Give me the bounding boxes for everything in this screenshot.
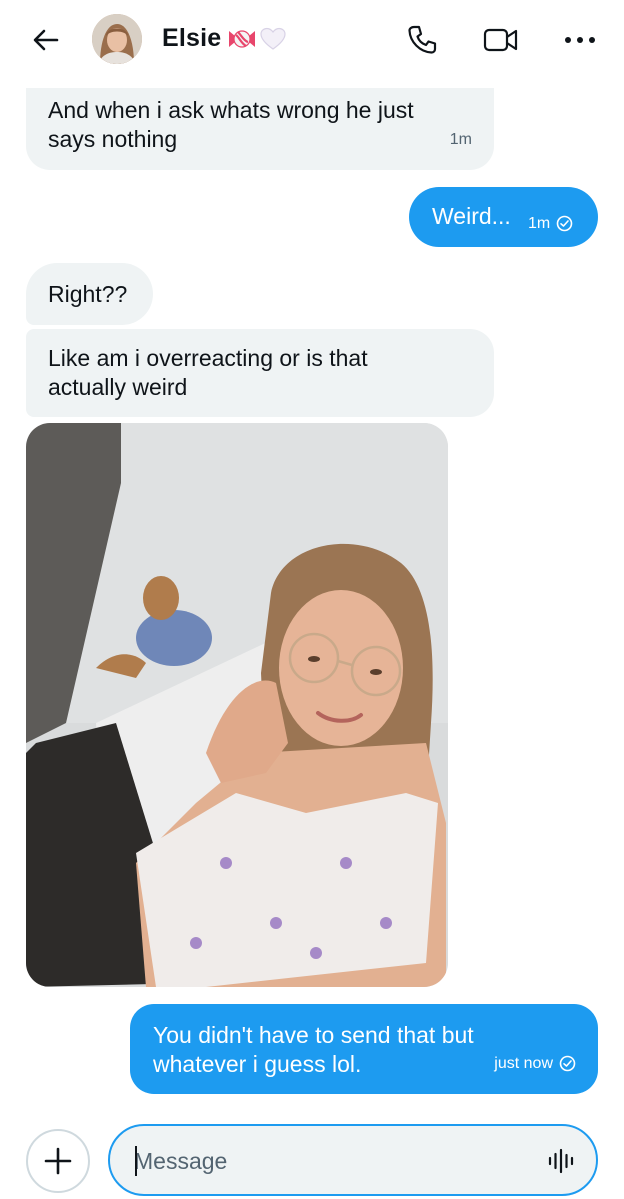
more-options-button[interactable] <box>560 20 600 60</box>
message-sent[interactable]: Weird... 1m <box>409 187 598 247</box>
read-check-icon <box>556 215 573 232</box>
message-timestamp: just now <box>494 1055 553 1072</box>
message-text: Right?? <box>48 281 128 307</box>
candy-icon <box>229 29 256 48</box>
back-button[interactable] <box>26 20 66 60</box>
message-timestamp: 1m <box>449 131 472 148</box>
message-sent[interactable]: You didn't have to send that but whateve… <box>130 1004 598 1094</box>
message-received[interactable]: Right?? <box>26 263 153 325</box>
read-check-icon <box>559 1055 576 1072</box>
add-attachment-button[interactable] <box>26 1129 90 1193</box>
video-camera-icon <box>483 28 518 52</box>
arrow-left-icon <box>33 29 59 51</box>
message-received[interactable]: Like am i overreacting or is that actual… <box>26 329 494 417</box>
message-text-line: And when i ask whats wrong he just <box>48 97 414 123</box>
message-text: Weird... <box>432 203 511 229</box>
audio-waveform-icon <box>548 1148 574 1174</box>
voice-message-button[interactable] <box>544 1144 578 1178</box>
message-text-line: says nothing <box>48 126 178 152</box>
conversation-header: Elsie <box>0 0 624 84</box>
message-timestamp: 1m <box>528 215 551 232</box>
plus-icon <box>44 1147 72 1175</box>
message-meta: 1m <box>528 209 573 238</box>
text-cursor <box>135 1146 137 1176</box>
voice-call-button[interactable] <box>402 20 442 60</box>
white-heart-icon <box>260 27 286 50</box>
message-meta: just now <box>494 1049 576 1078</box>
message-input[interactable] <box>134 1144 514 1178</box>
message-text-line: actually weird <box>48 374 188 400</box>
phone-icon <box>408 25 437 54</box>
message-composer[interactable] <box>108 1124 598 1196</box>
contact-name[interactable]: Elsie <box>162 24 287 53</box>
message-text-line: You didn't have to send that but <box>153 1022 474 1048</box>
video-call-button[interactable] <box>481 20 521 60</box>
photo-selfie-image <box>26 423 448 987</box>
message-image[interactable] <box>26 423 448 987</box>
contact-name-text: Elsie <box>162 24 222 52</box>
message-text-line: Like am i overreacting or is that <box>48 345 368 371</box>
avatar[interactable] <box>92 14 142 64</box>
more-horizontal-icon <box>565 37 595 43</box>
